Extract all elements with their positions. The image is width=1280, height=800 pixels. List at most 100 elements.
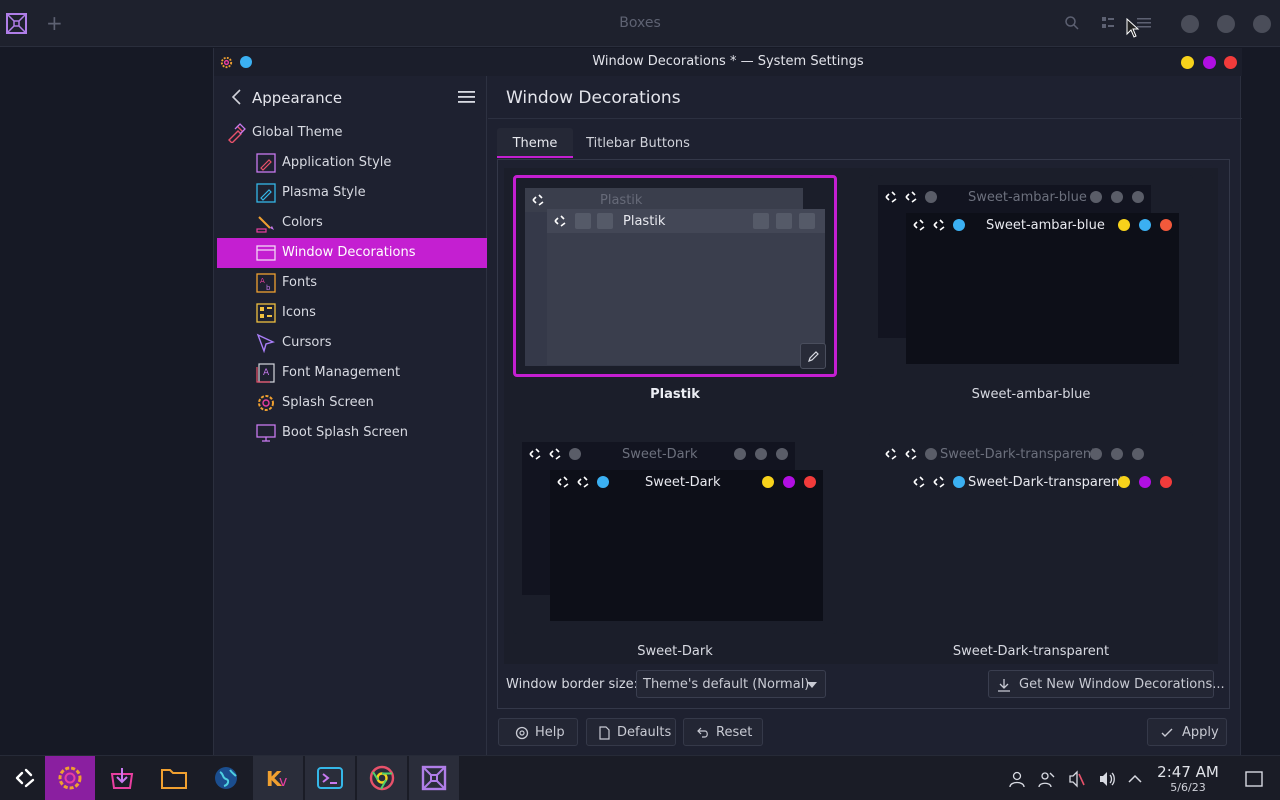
minimize-button[interactable] bbox=[1181, 15, 1199, 33]
border-size-select[interactable]: Theme's default (Normal) bbox=[636, 670, 826, 698]
sidebar-item-global-theme[interactable]: Global Theme bbox=[217, 118, 487, 148]
preview-title: Sweet-Dark bbox=[622, 447, 698, 462]
app-launcher-button[interactable] bbox=[0, 756, 50, 800]
sidebar-item-label: Icons bbox=[282, 305, 316, 320]
sidebar-item-window-decorations[interactable]: Window Decorations bbox=[217, 238, 487, 268]
chevron-up-icon[interactable] bbox=[1126, 770, 1144, 788]
kde-menu-icon bbox=[905, 191, 917, 203]
kde-menu-icon bbox=[532, 194, 544, 206]
window-title: Window Decorations * — System Settings bbox=[592, 54, 864, 69]
sidebar-item-colors[interactable]: Colors bbox=[217, 208, 487, 238]
sidebar-item-label: Fonts bbox=[282, 275, 318, 290]
sidebar-item-font-management[interactable]: A Font Management bbox=[217, 358, 487, 388]
apply-button[interactable]: Apply bbox=[1147, 718, 1227, 746]
volume-icon[interactable] bbox=[1098, 770, 1116, 788]
decoration-preview: Sweet-ambar-blue Sweet-ambar-blue bbox=[869, 175, 1193, 377]
window-maximize-button[interactable] bbox=[1203, 56, 1216, 69]
terminal-icon bbox=[317, 767, 343, 789]
folder-icon bbox=[161, 769, 187, 789]
svg-text:v: v bbox=[279, 774, 287, 790]
svg-text:b: b bbox=[266, 284, 271, 292]
boxes-logo-icon[interactable] bbox=[6, 13, 27, 34]
decoration-name: Sweet-ambar-blue bbox=[971, 387, 1091, 402]
decoration-card-sweet-dark-transparent[interactable]: Sweet-Dark-transparent Sweet-Dark-transp… bbox=[869, 432, 1193, 672]
kde-menu-icon bbox=[549, 448, 561, 460]
sidebar-item-label: Boot Splash Screen bbox=[282, 425, 408, 440]
kde-menu-icon bbox=[577, 476, 589, 488]
preview-title: Sweet-ambar-blue bbox=[986, 218, 1105, 233]
taskbar-kvantum[interactable]: K v bbox=[253, 756, 303, 800]
download-icon bbox=[998, 679, 1010, 692]
configure-decoration-button[interactable] bbox=[800, 343, 826, 369]
search-icon[interactable] bbox=[1064, 15, 1080, 31]
sidebar-item-splash-screen[interactable]: Splash Screen bbox=[217, 388, 487, 418]
sidebar-item-plasma-style[interactable]: Plasma Style bbox=[217, 178, 487, 208]
microphone-muted-icon[interactable] bbox=[1068, 770, 1086, 788]
preview-window-active: Sweet-Dark-transparent bbox=[906, 470, 1188, 494]
cursors-icon bbox=[256, 333, 275, 353]
help-button[interactable]: Help bbox=[498, 718, 578, 746]
sidebar-title: Appearance bbox=[252, 89, 343, 107]
reset-button[interactable]: Reset bbox=[683, 718, 763, 746]
decoration-card-sweet-dark[interactable]: Sweet-Dark Sweet-Dark Sweet-Dark bbox=[513, 432, 837, 672]
decoration-name: Sweet-Dark bbox=[637, 644, 713, 659]
mouse-cursor-icon bbox=[1126, 18, 1140, 38]
view-list-icon[interactable] bbox=[1100, 15, 1116, 31]
taskbar-chrome[interactable] bbox=[357, 756, 407, 800]
get-new-decorations-button[interactable]: Get New Window Decorations... bbox=[988, 670, 1225, 698]
taskbar-browser[interactable] bbox=[201, 756, 251, 800]
defaults-label: Defaults bbox=[617, 725, 672, 740]
taskbar-discover[interactable] bbox=[97, 756, 147, 800]
decoration-preview: Sweet-Dark-transparent Sweet-Dark-transp… bbox=[869, 432, 1193, 634]
help-label: Help bbox=[535, 725, 565, 740]
close-icon bbox=[799, 213, 815, 229]
sidebar-item-boot-splash-screen[interactable]: Boot Splash Screen bbox=[217, 418, 487, 448]
preview-window-active: Sweet-Dark bbox=[550, 470, 823, 621]
decoration-card-plastik[interactable]: Plastik Plastik Plastik bbox=[513, 175, 837, 415]
clock-time[interactable]: 2:47 AM bbox=[1150, 763, 1226, 781]
defaults-button[interactable]: Defaults bbox=[586, 718, 676, 746]
kde-menu-icon bbox=[913, 219, 925, 231]
taskbar-terminal[interactable] bbox=[305, 756, 355, 800]
close-button[interactable] bbox=[1253, 15, 1271, 33]
boot-splash-screen-icon bbox=[256, 424, 276, 442]
reset-label: Reset bbox=[716, 725, 753, 740]
taskbar-file-manager[interactable] bbox=[149, 756, 199, 800]
sidebar-item-icons[interactable]: Icons bbox=[217, 298, 487, 328]
back-arrow-icon[interactable] bbox=[230, 88, 242, 106]
decoration-name: Plastik bbox=[650, 387, 700, 402]
taskbar-boxes[interactable] bbox=[409, 756, 459, 800]
decoration-name: Sweet-Dark-transparent bbox=[952, 644, 1110, 659]
user-switch-icon[interactable] bbox=[1038, 770, 1056, 788]
preview-window-active: Plastik bbox=[547, 209, 825, 365]
kde-menu-icon bbox=[933, 219, 945, 231]
maximize-button[interactable] bbox=[1217, 15, 1235, 33]
preview-window-inactive: Sweet-Dark-transparent bbox=[878, 442, 1160, 466]
decoration-card-sweet-ambar-blue[interactable]: Sweet-ambar-blue Sweet-ambar-blue Sweet-… bbox=[869, 175, 1193, 415]
hamburger-menu-icon[interactable] bbox=[458, 90, 475, 104]
checkmark-icon bbox=[1161, 728, 1173, 737]
preview-title: Sweet-Dark-transparent bbox=[968, 475, 1125, 490]
sidebar-item-application-style[interactable]: Application Style bbox=[217, 148, 487, 178]
font-management-icon: A bbox=[256, 363, 275, 383]
main-content: Window Decorations Theme Titlebar Button… bbox=[488, 76, 1242, 760]
clock-date[interactable]: 5/6/23 bbox=[1150, 781, 1226, 794]
window-titlebar[interactable]: Window Decorations * — System Settings bbox=[214, 48, 1242, 76]
taskbar-system-settings[interactable] bbox=[45, 756, 95, 800]
window-close-button[interactable] bbox=[1224, 56, 1237, 69]
decoration-preview: Plastik Plastik bbox=[513, 175, 837, 377]
kvantum-icon: K v bbox=[266, 767, 287, 791]
system-settings-window: Window Decorations * — System Settings A… bbox=[213, 48, 1242, 760]
window-minimize-button[interactable] bbox=[1181, 56, 1194, 69]
tab-titlebar-buttons[interactable]: Titlebar Buttons bbox=[580, 128, 696, 158]
boxes-header-bar: + Boxes bbox=[0, 0, 1280, 47]
sidebar-item-cursors[interactable]: Cursors bbox=[217, 328, 487, 358]
add-tab-button[interactable]: + bbox=[46, 12, 63, 34]
sidebar-item-label: Application Style bbox=[282, 155, 392, 170]
tab-theme[interactable]: Theme bbox=[497, 128, 573, 158]
show-desktop-icon[interactable] bbox=[1245, 770, 1263, 788]
user-icon[interactable] bbox=[1008, 770, 1026, 788]
sidebar-item-fonts[interactable]: A b Fonts bbox=[217, 268, 487, 298]
maximize-icon bbox=[754, 192, 770, 208]
global-theme-icon bbox=[228, 123, 246, 143]
